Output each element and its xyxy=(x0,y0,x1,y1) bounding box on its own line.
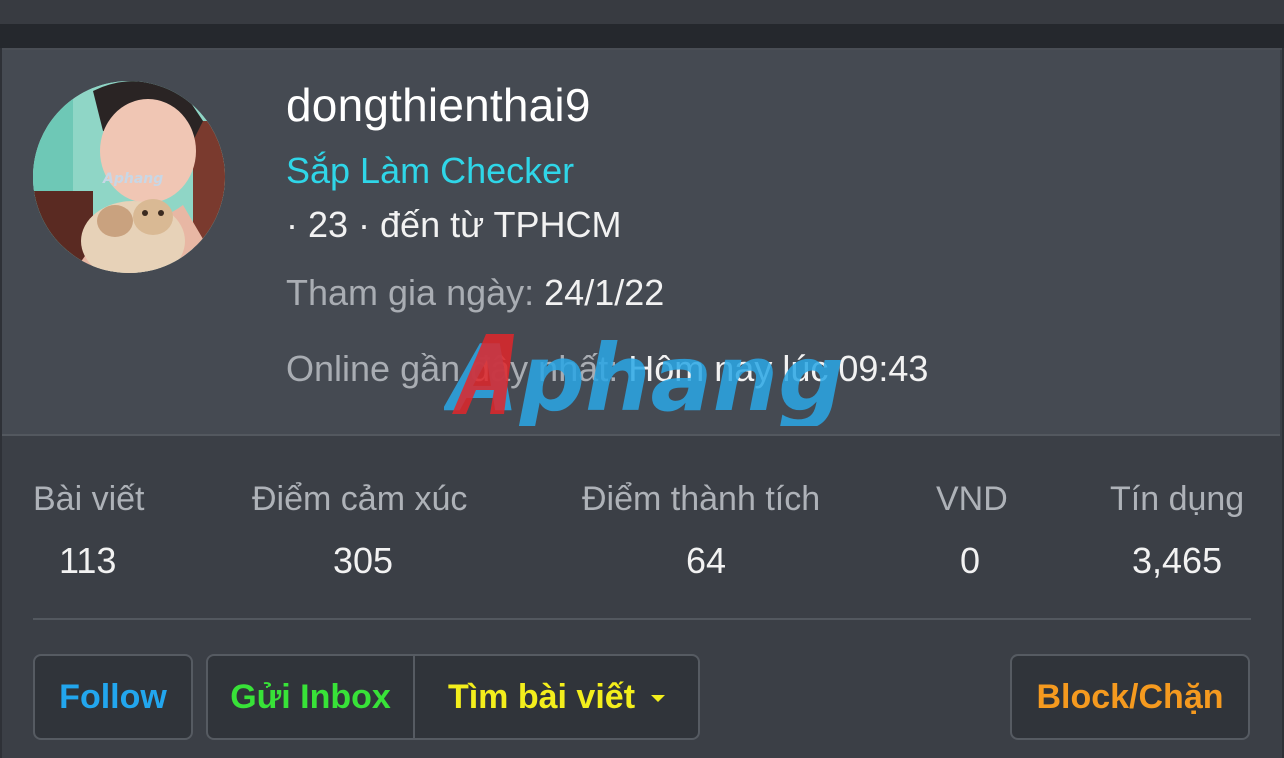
member-card: Aphang dongthienthai9 Sắp Làm Checker · … xyxy=(2,48,1282,758)
block-button[interactable]: Block/Chặn xyxy=(1010,654,1250,740)
profile-header: Aphang dongthienthai9 Sắp Làm Checker · … xyxy=(2,50,1280,436)
find-posts-label: Tìm bài viết xyxy=(447,677,636,716)
lastseen-row: Online gần đây nhất: Hôm nay lúc 09:43 xyxy=(286,348,928,390)
send-inbox-button[interactable]: Gửi Inbox xyxy=(208,656,415,738)
avatar-watermark-text: Aphang xyxy=(102,171,163,187)
lastseen-label: Online gần đây nhất: xyxy=(286,348,619,389)
user-title: Sắp Làm Checker xyxy=(286,150,575,191)
stat-value-reactions[interactable]: 305 xyxy=(333,540,393,582)
stat-label-credit: Tín dụng xyxy=(1110,480,1245,518)
caret-down-icon xyxy=(651,694,666,702)
stats-row: Bài viết 113 Điểm cảm xúc 305 Điểm thành… xyxy=(2,436,1280,618)
stat-value-achievements[interactable]: 64 xyxy=(686,540,726,582)
avatar-watermark: Aphang xyxy=(102,171,163,187)
lastseen-value: Hôm nay lúc 09:43 xyxy=(628,348,929,389)
joined-label: Tham gia ngày: xyxy=(286,272,535,313)
stat-label-posts: Bài viết xyxy=(33,480,145,518)
top-gap xyxy=(0,24,1284,48)
action-button-group: Gửi Inbox Tìm bài viết xyxy=(206,654,700,740)
joined-value: 24/1/22 xyxy=(544,272,665,313)
username[interactable]: dongthienthai9 xyxy=(286,78,591,132)
top-bar xyxy=(0,0,1284,24)
stat-value-posts[interactable]: 113 xyxy=(59,540,116,582)
find-posts-button[interactable]: Tìm bài viết xyxy=(415,656,698,738)
stat-value-vnd: 0 xyxy=(960,540,981,581)
joined-row: Tham gia ngày: 24/1/22 xyxy=(286,272,664,314)
stats-divider xyxy=(33,618,1251,620)
stat-value-credit: 3,465 xyxy=(1132,540,1223,581)
stat-label-reactions: Điểm cảm xúc xyxy=(252,480,468,518)
user-meta: · 23 · đến từ TPHCM xyxy=(286,204,622,245)
stat-label-achievements: Điểm thành tích xyxy=(582,480,821,518)
stat-label-vnd: VND xyxy=(936,480,1008,518)
avatar[interactable]: Aphang xyxy=(33,81,225,273)
follow-button[interactable]: Follow xyxy=(33,654,193,740)
